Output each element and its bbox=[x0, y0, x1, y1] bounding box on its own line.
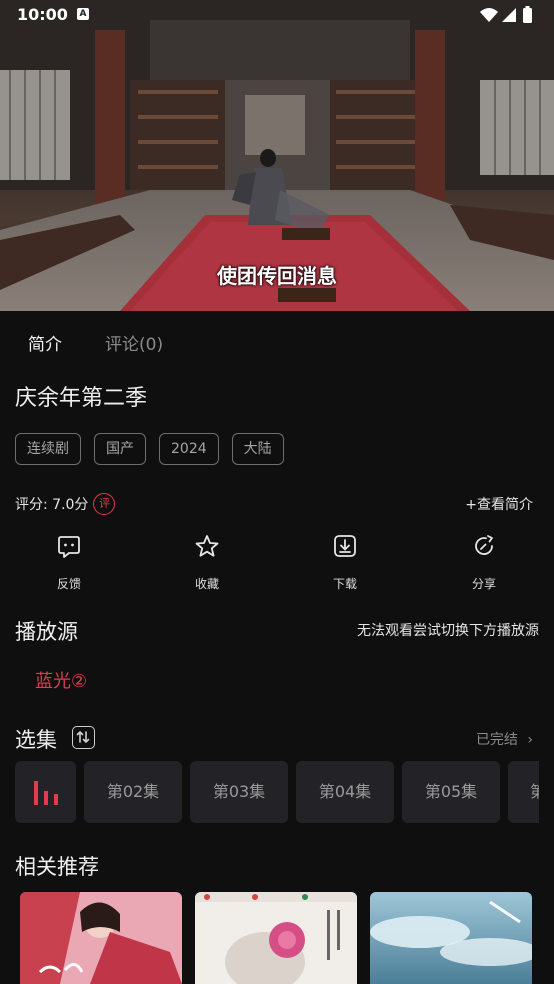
download-button[interactable]: 下载 bbox=[315, 533, 375, 592]
recommend-title: 相关推荐 bbox=[15, 855, 99, 879]
video-subtitle: 使团传回消息 bbox=[217, 264, 337, 288]
wifi-icon bbox=[480, 8, 498, 22]
sort-button[interactable] bbox=[72, 726, 95, 749]
show-title: 庆余年第二季 bbox=[15, 386, 148, 411]
battery-icon bbox=[523, 6, 532, 23]
recommend-list bbox=[20, 892, 532, 984]
tag-year[interactable]: 2024 bbox=[159, 433, 219, 465]
episodes-status[interactable]: 已完结 › bbox=[476, 729, 533, 749]
sources-hint: 无法观看尝试切换下方播放源 bbox=[357, 623, 539, 639]
episode-item[interactable]: 第05集 bbox=[402, 761, 500, 823]
feedback-button[interactable]: 反馈 bbox=[39, 533, 99, 592]
notification-icon: A bbox=[77, 8, 89, 20]
episode-item[interactable]: 第04集 bbox=[296, 761, 394, 823]
rating: 评分: 7.0分 评 bbox=[15, 493, 116, 515]
tag-origin[interactable]: 国产 bbox=[94, 433, 146, 465]
share-button[interactable]: 分享 bbox=[454, 533, 514, 592]
episode-item[interactable]: 第03集 bbox=[190, 761, 288, 823]
tab-comments[interactable]: 评论(0) bbox=[105, 330, 163, 355]
view-intro-link[interactable]: +查看简介 bbox=[465, 494, 533, 514]
status-time: 10:00 bbox=[17, 5, 68, 24]
system-icons bbox=[480, 6, 532, 23]
episode-item[interactable]: 第02集 bbox=[84, 761, 182, 823]
recommend-poster[interactable] bbox=[20, 892, 182, 984]
tag-type[interactable]: 连续剧 bbox=[15, 433, 81, 465]
favorite-label: 收藏 bbox=[194, 577, 219, 591]
poster-image bbox=[195, 892, 357, 984]
tag-list: 连续剧 国产 2024 大陆 bbox=[15, 433, 297, 465]
feedback-icon bbox=[58, 536, 80, 558]
feedback-label: 反馈 bbox=[56, 577, 81, 591]
favorite-button[interactable]: 收藏 bbox=[177, 533, 237, 592]
share-label: 分享 bbox=[471, 577, 496, 591]
download-label: 下载 bbox=[332, 577, 357, 591]
poster-image bbox=[370, 892, 532, 984]
recommend-poster[interactable] bbox=[370, 892, 532, 984]
episodes-title: 选集 bbox=[15, 728, 57, 752]
sources-title: 播放源 bbox=[15, 620, 78, 644]
episode-now-playing[interactable] bbox=[15, 761, 76, 823]
download-icon bbox=[334, 535, 356, 557]
video-player[interactable]: 使团传回消息 bbox=[0, 0, 554, 311]
playing-bars-icon bbox=[34, 781, 58, 805]
source-option-selected[interactable]: 蓝光② bbox=[35, 667, 87, 693]
poster-image bbox=[20, 892, 182, 984]
rating-badge[interactable]: 评 bbox=[93, 493, 116, 515]
rating-text: 评分: 7.0分 bbox=[15, 497, 89, 513]
tab-intro[interactable]: 简介 bbox=[28, 330, 62, 355]
action-bar: 反馈 收藏 下载 分享 bbox=[0, 533, 554, 597]
share-icon bbox=[475, 535, 493, 555]
tag-region[interactable]: 大陆 bbox=[231, 433, 284, 465]
signal-icon bbox=[502, 8, 516, 22]
episode-list: 第02集 第03集 第04集 第05集 第06集 bbox=[15, 761, 539, 823]
chevron-right-icon: › bbox=[527, 732, 533, 748]
recommend-poster[interactable] bbox=[195, 892, 357, 984]
status-bar: 10:00 A bbox=[0, 0, 554, 32]
star-icon bbox=[195, 535, 219, 557]
sort-icon bbox=[76, 731, 90, 743]
episodes-status-label: 已完结 bbox=[475, 732, 518, 748]
episode-item[interactable]: 第06集 bbox=[508, 761, 539, 823]
